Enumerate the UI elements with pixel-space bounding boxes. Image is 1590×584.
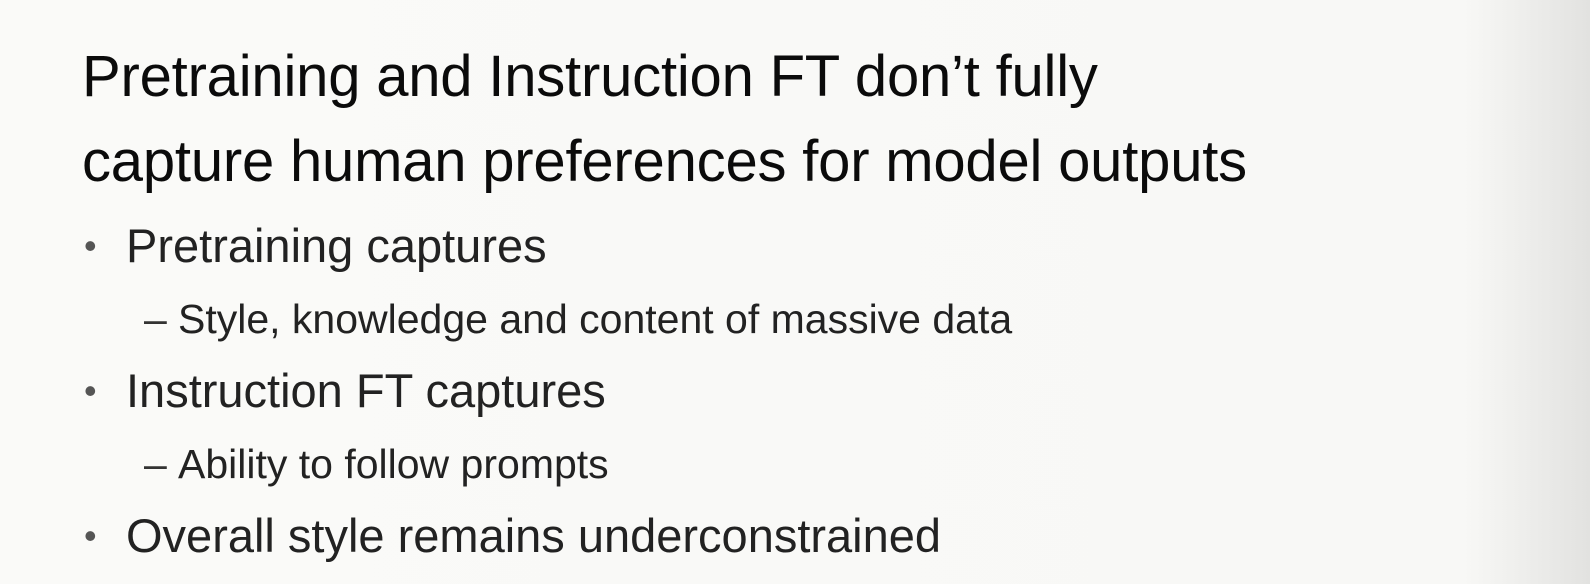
sub-bullet-marker: – bbox=[144, 441, 167, 487]
bullet-marker: • bbox=[84, 225, 97, 266]
bullet-marker: • bbox=[84, 515, 97, 556]
sub-bullet-pretraining: – Style, knowledge and content of massive… bbox=[144, 294, 1012, 344]
sub-bullet-text: Style, knowledge and content of massive … bbox=[178, 296, 1013, 342]
bullet-overall-style: • Overall style remains underconstrained bbox=[84, 508, 941, 564]
title-line-1: Pretraining and Instruction FT don’t ful… bbox=[82, 44, 1098, 109]
sub-bullet-text: Ability to follow prompts bbox=[178, 441, 609, 487]
bullet-text: Pretraining captures bbox=[126, 219, 547, 272]
title-line-2: capture human preferences for model outp… bbox=[82, 129, 1247, 194]
bullet-instruction-ft: • Instruction FT captures bbox=[84, 363, 606, 419]
slide-title: Pretraining and Instruction FT don’t ful… bbox=[82, 34, 1247, 204]
bullet-marker: • bbox=[84, 370, 97, 411]
bullet-pretraining: • Pretraining captures bbox=[84, 218, 547, 274]
sub-bullet-marker: – bbox=[144, 296, 167, 342]
bullet-text: Instruction FT captures bbox=[126, 364, 606, 417]
bullet-text: Overall style remains underconstrained bbox=[126, 509, 942, 562]
slide: Pretraining and Instruction FT don’t ful… bbox=[0, 0, 1590, 584]
sub-bullet-instruction-ft: – Ability to follow prompts bbox=[144, 439, 609, 489]
